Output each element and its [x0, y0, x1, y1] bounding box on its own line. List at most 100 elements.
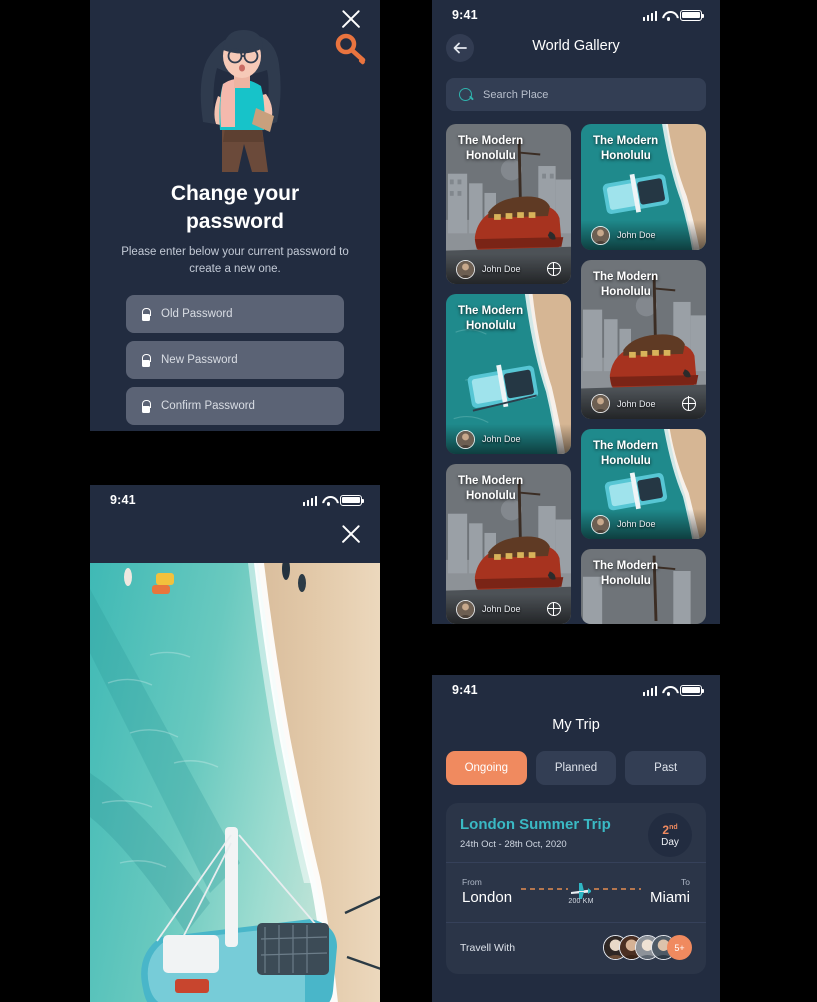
lock-icon [140, 307, 151, 321]
search-input[interactable]: Search Place [446, 78, 706, 111]
confirm-password-placeholder: Confirm Password [161, 400, 255, 412]
tab-past[interactable]: Past [625, 751, 707, 785]
dashed-line-right [593, 888, 642, 890]
user-avatar [456, 259, 475, 279]
gallery-column-left: The Modern Honolulu John Doe The Modern … [446, 124, 571, 624]
card-footer: John Doe [581, 509, 706, 540]
card-footer: John Doe [446, 424, 571, 454]
tab-planned[interactable]: Planned [535, 751, 617, 785]
gallery-grid: The Modern Honolulu John Doe The Modern … [446, 124, 706, 624]
route-line: 200 KM [518, 874, 644, 908]
battery-icon [680, 9, 705, 21]
status-bar: 9:41 [432, 0, 720, 30]
status-time: 9:41 [452, 8, 478, 22]
user-avatar [591, 514, 610, 534]
wifi-icon [662, 686, 675, 696]
more-travellers-badge[interactable]: 5+ [667, 935, 692, 960]
traveller-avatar-stack[interactable]: 5+ [603, 935, 692, 960]
trip-route: From London 200 KM To Miami [446, 862, 706, 923]
status-time: 9:41 [110, 493, 136, 507]
gallery-card[interactable]: The Modern Honolulu John Doe [446, 294, 571, 454]
signal-bars-icon [642, 10, 657, 21]
photo-viewer-screen: 9:41 [90, 485, 380, 1002]
gallery-header: World Gallery [432, 30, 720, 74]
status-bar: 9:41 [90, 485, 380, 515]
card-title: The Modern Honolulu [593, 271, 659, 299]
woman-with-key-illustration [90, 20, 380, 172]
card-title: The Modern Honolulu [593, 560, 659, 588]
trip-from: From London [462, 877, 512, 906]
card-author: John Doe [617, 398, 656, 409]
globe-icon[interactable] [681, 396, 696, 411]
to-label: To [681, 876, 690, 887]
card-title: The Modern Honolulu [458, 135, 524, 162]
signal-bars-icon [302, 495, 317, 506]
page-subtitle: Please enter below your current password… [121, 246, 349, 275]
search-placeholder: Search Place [483, 88, 549, 101]
day-number: 2nd [662, 822, 678, 837]
user-avatar [456, 429, 475, 449]
trip-tabs: Ongoing Planned Past [432, 751, 720, 785]
world-gallery-screen: 9:41 World Gallery Search Place The Mode… [432, 0, 720, 624]
search-icon [459, 87, 473, 102]
new-password-field[interactable]: New Password [126, 341, 344, 379]
card-author: John Doe [482, 434, 521, 444]
user-avatar [591, 225, 610, 245]
gallery-card[interactable]: The Modern Honolulu John Doe [581, 260, 706, 419]
travellers-label: Travell With [460, 941, 516, 954]
card-title: The Modern Honolulu [458, 305, 524, 332]
battery-icon [680, 684, 705, 696]
gallery-column-right: The Modern Honolulu John Doe The Modern … [581, 124, 706, 624]
change-password-screen: Change your password Please enter below … [90, 0, 380, 431]
trip-travellers: Travell With 5+ [446, 923, 706, 974]
new-password-placeholder: New Password [161, 354, 238, 366]
card-footer: John Doe [446, 594, 571, 624]
lock-icon [140, 353, 151, 367]
day-label: Day [661, 836, 679, 848]
page-title: Change your password [170, 182, 300, 233]
page-title: World Gallery [532, 38, 620, 54]
confirm-password-field[interactable]: Confirm Password [126, 387, 344, 425]
card-author: John Doe [482, 264, 521, 274]
trip-card-header: London Summer Trip 24th Oct - 28th Oct, … [446, 803, 706, 862]
globe-icon[interactable] [546, 601, 561, 616]
user-avatar [591, 394, 610, 414]
aerial-beach-photo [90, 563, 380, 1002]
close-icon[interactable] [338, 521, 364, 547]
trip-card[interactable]: London Summer Trip 24th Oct - 28th Oct, … [446, 803, 706, 974]
gallery-card[interactable]: The Modern Honolulu John Doe [581, 124, 706, 251]
card-footer: John Doe [581, 220, 706, 251]
card-footer: John Doe [446, 254, 571, 284]
globe-icon[interactable] [546, 261, 561, 276]
from-label: From [462, 876, 482, 887]
tab-ongoing[interactable]: Ongoing [446, 751, 527, 785]
my-trip-screen: 9:41 My Trip Ongoing Planned Past London… [432, 675, 720, 1002]
old-password-field[interactable]: Old Password [126, 295, 344, 333]
lock-icon [140, 399, 151, 413]
old-password-placeholder: Old Password [161, 308, 233, 320]
dashed-line-left [520, 888, 569, 890]
to-value: Miami [650, 888, 690, 906]
status-time: 9:41 [452, 683, 478, 697]
trip-to: To Miami [650, 877, 690, 906]
wifi-icon [322, 496, 335, 506]
card-title: The Modern Honolulu [458, 475, 524, 502]
card-title: The Modern Honolulu [593, 439, 659, 467]
gallery-card[interactable]: The Modern Honolulu John Doe [581, 428, 706, 540]
screenshot-stage: Change your password Please enter below … [0, 0, 817, 1002]
gallery-card[interactable]: The Modern Honolulu John Doe [446, 124, 571, 284]
from-value: London [462, 888, 513, 906]
trip-distance: 200 KM [568, 898, 594, 905]
card-author: John Doe [482, 604, 521, 614]
battery-icon [340, 494, 365, 506]
gallery-card[interactable]: The Modern Honolulu [581, 549, 706, 624]
card-title: The Modern Honolulu [593, 135, 659, 162]
card-author: John Doe [617, 519, 656, 530]
user-avatar [456, 599, 475, 619]
card-footer: John Doe [581, 388, 706, 419]
status-bar: 9:41 [432, 675, 720, 705]
wifi-icon [662, 11, 675, 21]
signal-bars-icon [642, 685, 657, 696]
gallery-card[interactable]: The Modern Honolulu John Doe [446, 464, 571, 624]
card-author: John Doe [617, 230, 656, 241]
